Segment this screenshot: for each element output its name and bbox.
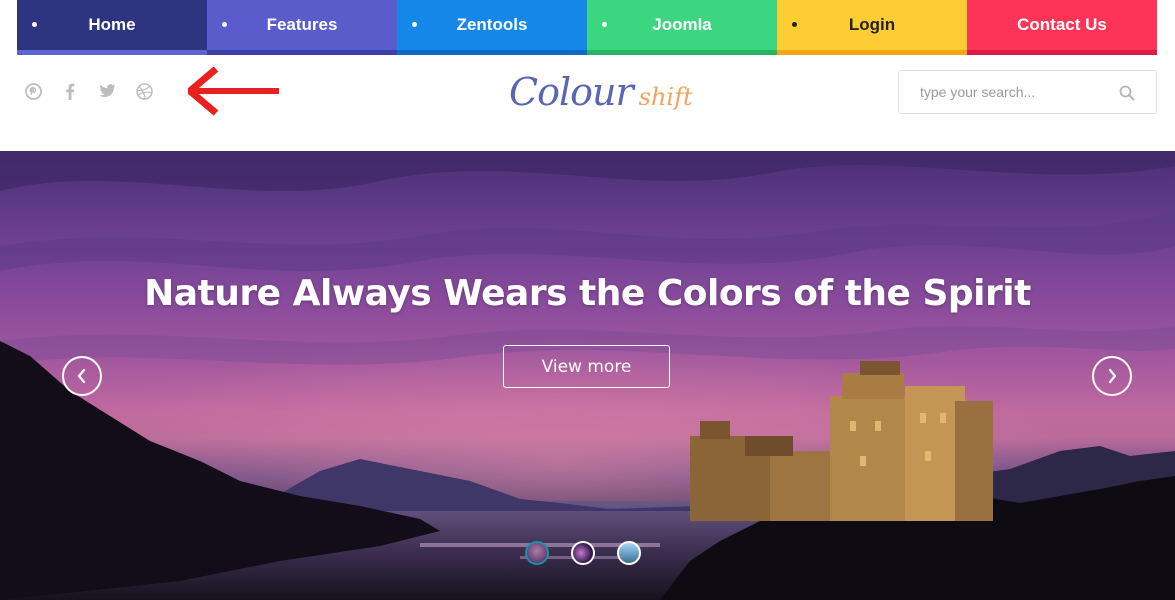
slider-thumbnails: [525, 541, 663, 565]
slide-thumbnail-2[interactable]: [571, 541, 595, 565]
nav-item-label: Home: [88, 14, 136, 34]
nav-item-label: Joomla: [652, 14, 712, 34]
hero-title: Nature Always Wears the Colors of the Sp…: [144, 273, 1031, 314]
view-more-button[interactable]: View more: [503, 345, 670, 388]
nav-item-label: Login: [848, 14, 896, 34]
nav-item-login[interactable]: Login: [777, 0, 967, 55]
search-box: [898, 70, 1157, 114]
logo-sub-text: shift: [638, 83, 693, 111]
slider-next-button[interactable]: [1092, 356, 1132, 396]
hero-slider: Nature Always Wears the Colors of the Sp…: [0, 151, 1175, 600]
nav-item-features[interactable]: Features: [207, 0, 397, 55]
search-input[interactable]: [899, 71, 1109, 113]
nav-underline: [777, 50, 967, 55]
pinterest-icon[interactable]: [24, 82, 42, 100]
nav-underline: [967, 50, 1157, 55]
nav-item-contact-us[interactable]: Contact Us: [967, 0, 1157, 55]
nav-underline: [587, 50, 777, 55]
search-icon[interactable]: [1119, 85, 1135, 106]
slide-thumbnail-1[interactable]: [525, 541, 549, 565]
chevron-left-icon: [77, 368, 86, 384]
chevron-right-icon: [1108, 368, 1117, 384]
social-links: [24, 82, 172, 100]
nav-item-home[interactable]: Home: [17, 0, 207, 55]
slider-prev-button[interactable]: [62, 356, 102, 396]
nav-item-label: Features: [266, 14, 338, 34]
annotation-arrow-icon: [188, 67, 279, 116]
logo-main-text: Colour: [509, 70, 634, 114]
nav-item-label: Contact Us: [1017, 14, 1107, 34]
main-navigation: Home Features Zentools Joomla Login Cont…: [17, 0, 1157, 55]
nav-underline: [397, 50, 587, 55]
nav-item-label: Zentools: [456, 14, 528, 34]
twitter-icon[interactable]: [98, 82, 116, 100]
nav-underline: [207, 50, 397, 55]
site-logo[interactable]: Colour shift: [509, 70, 693, 120]
bullet-icon: [222, 22, 227, 27]
dribbble-icon[interactable]: [135, 82, 153, 100]
slide-thumbnail-3[interactable]: [617, 541, 641, 565]
nav-item-zentools[interactable]: Zentools: [397, 0, 587, 55]
bullet-icon: [602, 22, 607, 27]
bullet-icon: [412, 22, 417, 27]
nav-item-joomla[interactable]: Joomla: [587, 0, 777, 55]
facebook-icon[interactable]: [61, 82, 79, 100]
bullet-icon: [32, 22, 37, 27]
bullet-icon: [792, 22, 797, 27]
nav-underline: [17, 50, 207, 55]
